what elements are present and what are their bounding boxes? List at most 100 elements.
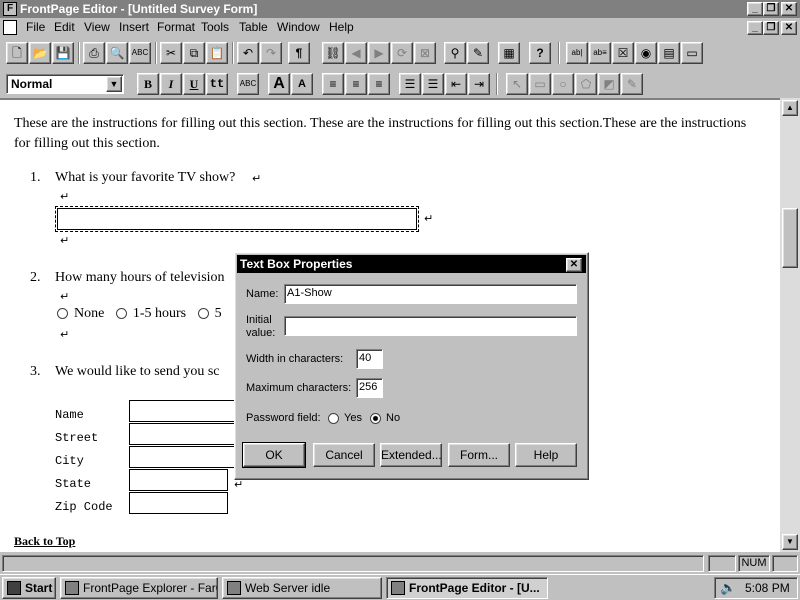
chevron-down-icon[interactable]: ▼ [106,76,122,92]
paste-icon[interactable]: 📋 [206,42,228,64]
task-label: Web Server idle [245,581,331,595]
menu-view[interactable]: View [84,20,110,34]
back-to-top-link[interactable]: Back to Top [14,534,75,549]
max-chars-input[interactable]: 256 [356,378,383,398]
scroll-up-icon[interactable]: ▲ [782,100,798,116]
print-preview-icon[interactable]: 🔍 [106,42,128,64]
start-button[interactable]: Start [2,577,56,599]
initial-value-input[interactable] [284,316,577,336]
push-button-icon[interactable]: ▭ [681,42,703,64]
scroll-down-icon[interactable]: ▼ [782,534,798,550]
spelling-icon[interactable]: ABC [129,42,151,64]
numbered-list-icon[interactable]: ☰ [399,73,421,95]
show-to-do-list-icon[interactable]: ✎ [467,42,489,64]
vertical-scrollbar[interactable]: ▲ ▼ [780,98,800,552]
show-frontpage-explorer-icon[interactable]: ⚲ [444,42,466,64]
circle-hotspot-icon[interactable]: ○ [552,73,574,95]
frontpage-app-icon[interactable]: F [3,2,17,16]
bulleted-list-icon[interactable]: ☰ [422,73,444,95]
street-field[interactable] [129,423,239,445]
task-web-server[interactable]: Web Server idle [222,577,382,599]
menu-help[interactable]: Help [329,20,354,34]
city-field[interactable] [129,446,239,468]
width-input[interactable]: 40 [356,349,383,369]
password-no-radio[interactable] [370,413,381,424]
make-transparent-icon[interactable]: ✎ [621,73,643,95]
rectangle-hotspot-icon[interactable]: ▭ [529,73,551,95]
open-icon[interactable]: 📂 [29,42,51,64]
tv-show-textbox[interactable] [55,206,419,232]
link-icon[interactable]: ⛓ [322,42,344,64]
fixed-width-button[interactable]: tt [206,73,228,95]
doc-minimize-button[interactable]: _ [747,21,763,35]
text-color-button[interactable]: ABC [237,73,259,95]
cancel-button[interactable]: Cancel [313,443,375,467]
cut-icon[interactable]: ✂ [160,42,182,64]
copy-icon[interactable]: ⧉ [183,42,205,64]
underline-button[interactable]: U [183,73,205,95]
help-icon[interactable]: ? [529,42,551,64]
style-dropdown[interactable]: Normal ▼ [6,74,124,94]
doc-close-button[interactable]: ✕ [781,21,797,35]
align-right-icon[interactable]: ≡ [368,73,390,95]
help-button[interactable]: Help [515,443,577,467]
align-left-icon[interactable]: ≡ [322,73,344,95]
scroll-thumb[interactable] [782,208,798,268]
close-icon[interactable]: ✕ [566,258,582,272]
return-icon: ↵ [60,234,70,247]
highlight-hotspots-icon[interactable]: ◩ [598,73,620,95]
task-frontpage-editor[interactable]: FrontPage Editor - [U... [386,577,548,599]
radio-1-5-hours[interactable] [115,308,127,320]
password-yes-radio[interactable] [328,413,339,424]
radio-none[interactable] [57,308,68,320]
refresh-icon[interactable]: ⟳ [391,42,413,64]
state-field[interactable] [129,469,228,491]
task-frontpage-explorer[interactable]: FrontPage Explorer - FarO... [60,577,218,599]
pilcrow-icon[interactable]: ¶ [288,42,310,64]
scrolling-textbox-icon[interactable]: ab≡ [589,42,611,64]
document-icon[interactable] [3,20,17,35]
stop-icon[interactable]: ⊠ [414,42,436,64]
zip-code-field[interactable] [129,492,228,514]
increase-indent-icon[interactable]: ⇥ [468,73,490,95]
minimize-button[interactable]: _ [747,2,763,16]
extended-button[interactable]: Extended... [380,443,442,467]
name-field[interactable] [129,400,239,422]
menu-file[interactable]: File [26,20,45,34]
new-icon[interactable]: 🗋 [6,42,28,64]
checkbox-icon[interactable]: ☒ [612,42,634,64]
clock[interactable]: 5:08 PM [745,581,790,595]
name-input[interactable]: A1-Show [284,284,577,304]
menu-table[interactable]: Table [239,20,268,34]
radio-5-plus[interactable] [197,308,209,320]
menu-edit[interactable]: Edit [54,20,75,34]
undo-icon[interactable]: ↶ [237,42,259,64]
align-center-icon[interactable]: ≡ [345,73,367,95]
restore-button[interactable]: ❐ [763,2,779,16]
pointer-icon[interactable]: ↖ [506,73,528,95]
menu-window[interactable]: Window [277,20,320,34]
radio-button-icon[interactable]: ◉ [635,42,657,64]
italic-button[interactable]: I [160,73,182,95]
bold-button[interactable]: B [137,73,159,95]
increase-text-size-button[interactable]: A [268,73,290,95]
redo-icon[interactable]: ↷ [260,42,282,64]
ok-button[interactable]: OK [242,442,306,468]
decrease-indent-icon[interactable]: ⇤ [445,73,467,95]
dropdown-menu-icon[interactable]: ▤ [658,42,680,64]
menu-insert[interactable]: Insert [119,20,149,34]
save-icon[interactable]: 💾 [52,42,74,64]
forward-icon[interactable]: ▶ [368,42,390,64]
decrease-text-size-button[interactable]: A [291,73,313,95]
speaker-icon[interactable]: 🔈 [720,580,736,596]
menu-tools[interactable]: Tools [201,20,229,34]
back-icon[interactable]: ◀ [345,42,367,64]
form-button[interactable]: Form... [448,443,510,467]
close-button[interactable]: ✕ [781,2,797,16]
one-line-textbox-icon[interactable]: ab| [566,42,588,64]
doc-restore-button[interactable]: ❐ [763,21,779,35]
print-icon[interactable]: ⎙ [83,42,105,64]
menu-format[interactable]: Format [157,20,195,34]
polygon-hotspot-icon[interactable]: ⬠ [575,73,597,95]
insert-table-icon[interactable]: ▦ [498,42,520,64]
